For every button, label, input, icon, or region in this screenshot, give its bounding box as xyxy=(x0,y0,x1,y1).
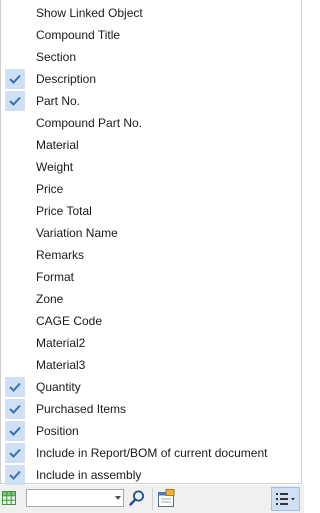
menu-item-purchased-items[interactable]: Purchased Items xyxy=(1,398,301,420)
menu-item-remarks[interactable]: Remarks xyxy=(1,244,301,266)
menu-item-label: Price xyxy=(36,182,64,196)
magnifier-icon xyxy=(129,490,144,506)
menu-item-quantity[interactable]: Quantity xyxy=(1,376,301,398)
menu-item-label: Part No. xyxy=(36,94,81,108)
check-icon xyxy=(5,377,25,397)
check-icon xyxy=(5,465,25,485)
menu-item-label: Include in assembly xyxy=(36,468,142,482)
search-combobox[interactable] xyxy=(26,489,124,507)
check-icon xyxy=(5,421,25,441)
menu-item-label: Section xyxy=(36,50,77,64)
column-chooser-menu: Show Linked Object Compound Title Sectio… xyxy=(0,0,302,486)
properties-icon xyxy=(158,489,175,507)
check-icon xyxy=(5,69,25,89)
menu-item-label: Zone xyxy=(36,292,64,306)
menu-item-material3[interactable]: Material3 xyxy=(1,354,301,376)
menu-item-label: Material3 xyxy=(36,358,86,372)
menu-item-include-in-assembly[interactable]: Include in assembly xyxy=(1,464,301,486)
menu-item-part-no[interactable]: Part No. xyxy=(1,90,301,112)
menu-item-label: Material xyxy=(36,138,79,152)
menu-item-compound-part-no[interactable]: Compound Part No. xyxy=(1,112,301,134)
menu-item-label: Description xyxy=(36,72,97,86)
list-options-icon xyxy=(276,493,295,505)
check-icon xyxy=(5,399,25,419)
menu-item-cage-code[interactable]: CAGE Code xyxy=(1,310,301,332)
toolbar-separator xyxy=(152,488,153,510)
green-grid-icon[interactable] xyxy=(2,491,16,505)
menu-item-label: Show Linked Object xyxy=(36,6,143,20)
menu-item-show-linked-object[interactable]: Show Linked Object xyxy=(1,2,301,24)
menu-item-label: CAGE Code xyxy=(36,314,103,328)
menu-item-label: Purchased Items xyxy=(36,402,127,416)
menu-item-zone[interactable]: Zone xyxy=(1,288,301,310)
menu-item-position[interactable]: Position xyxy=(1,420,301,442)
menu-item-format[interactable]: Format xyxy=(1,266,301,288)
menu-item-label: Include in Report/BOM of current documen… xyxy=(36,446,268,460)
menu-item-label: Remarks xyxy=(36,248,85,262)
menu-item-price[interactable]: Price xyxy=(1,178,301,200)
search-input[interactable] xyxy=(27,490,111,506)
menu-item-list: Show Linked Object Compound Title Sectio… xyxy=(1,2,301,486)
menu-item-label: Format xyxy=(36,270,75,284)
chevron-down-icon[interactable] xyxy=(115,496,121,500)
properties-button[interactable] xyxy=(155,488,177,510)
menu-item-label: Price Total xyxy=(36,204,92,218)
menu-item-price-total[interactable]: Price Total xyxy=(1,200,301,222)
menu-item-label: Position xyxy=(36,424,79,438)
menu-item-variation-name[interactable]: Variation Name xyxy=(1,222,301,244)
menu-item-label: Quantity xyxy=(36,380,81,394)
menu-item-section[interactable]: Section xyxy=(1,46,301,68)
menu-item-include-in-report-bom-of-current-document[interactable]: Include in Report/BOM of current documen… xyxy=(1,442,301,464)
list-options-button[interactable] xyxy=(271,487,300,511)
check-icon xyxy=(5,91,25,111)
search-button[interactable] xyxy=(128,489,146,507)
menu-item-material[interactable]: Material xyxy=(1,134,301,156)
menu-item-label: Compound Part No. xyxy=(36,116,143,130)
menu-item-compound-title[interactable]: Compound Title xyxy=(1,24,301,46)
menu-item-description[interactable]: Description xyxy=(1,68,301,90)
menu-item-label: Weight xyxy=(36,160,74,174)
bottom-toolbar xyxy=(0,485,304,513)
menu-item-label: Compound Title xyxy=(36,28,121,42)
menu-item-weight[interactable]: Weight xyxy=(1,156,301,178)
check-icon xyxy=(5,443,25,463)
menu-item-label: Variation Name xyxy=(36,226,118,240)
menu-item-label: Material2 xyxy=(36,336,86,350)
menu-item-material2[interactable]: Material2 xyxy=(1,332,301,354)
